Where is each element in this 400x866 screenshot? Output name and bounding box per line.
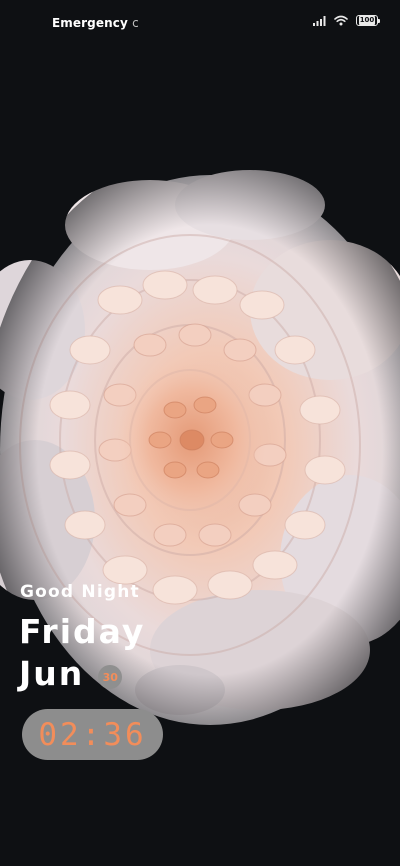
emergency-calls-status: Emergency c [52, 16, 139, 30]
clock-time: 02:36 [38, 716, 147, 753]
date-badge: 30 [98, 665, 123, 689]
clock-widget[interactable]: 02:36 [22, 709, 163, 760]
greeting-text: Good Night [20, 582, 140, 602]
day-of-week: Friday [19, 612, 146, 651]
emergency-text-truncated: c [132, 16, 139, 30]
month-row: Jun 30 [19, 654, 123, 694]
status-bar: Emergency c 100 [0, 0, 400, 46]
wifi-icon [334, 15, 348, 26]
battery-level: 100 [358, 16, 376, 25]
emergency-text: Emergency [52, 16, 128, 30]
status-icons: 100 [313, 15, 380, 26]
signal-icon [313, 15, 326, 26]
battery-icon: 100 [356, 15, 380, 26]
month-text: Jun [19, 654, 85, 693]
